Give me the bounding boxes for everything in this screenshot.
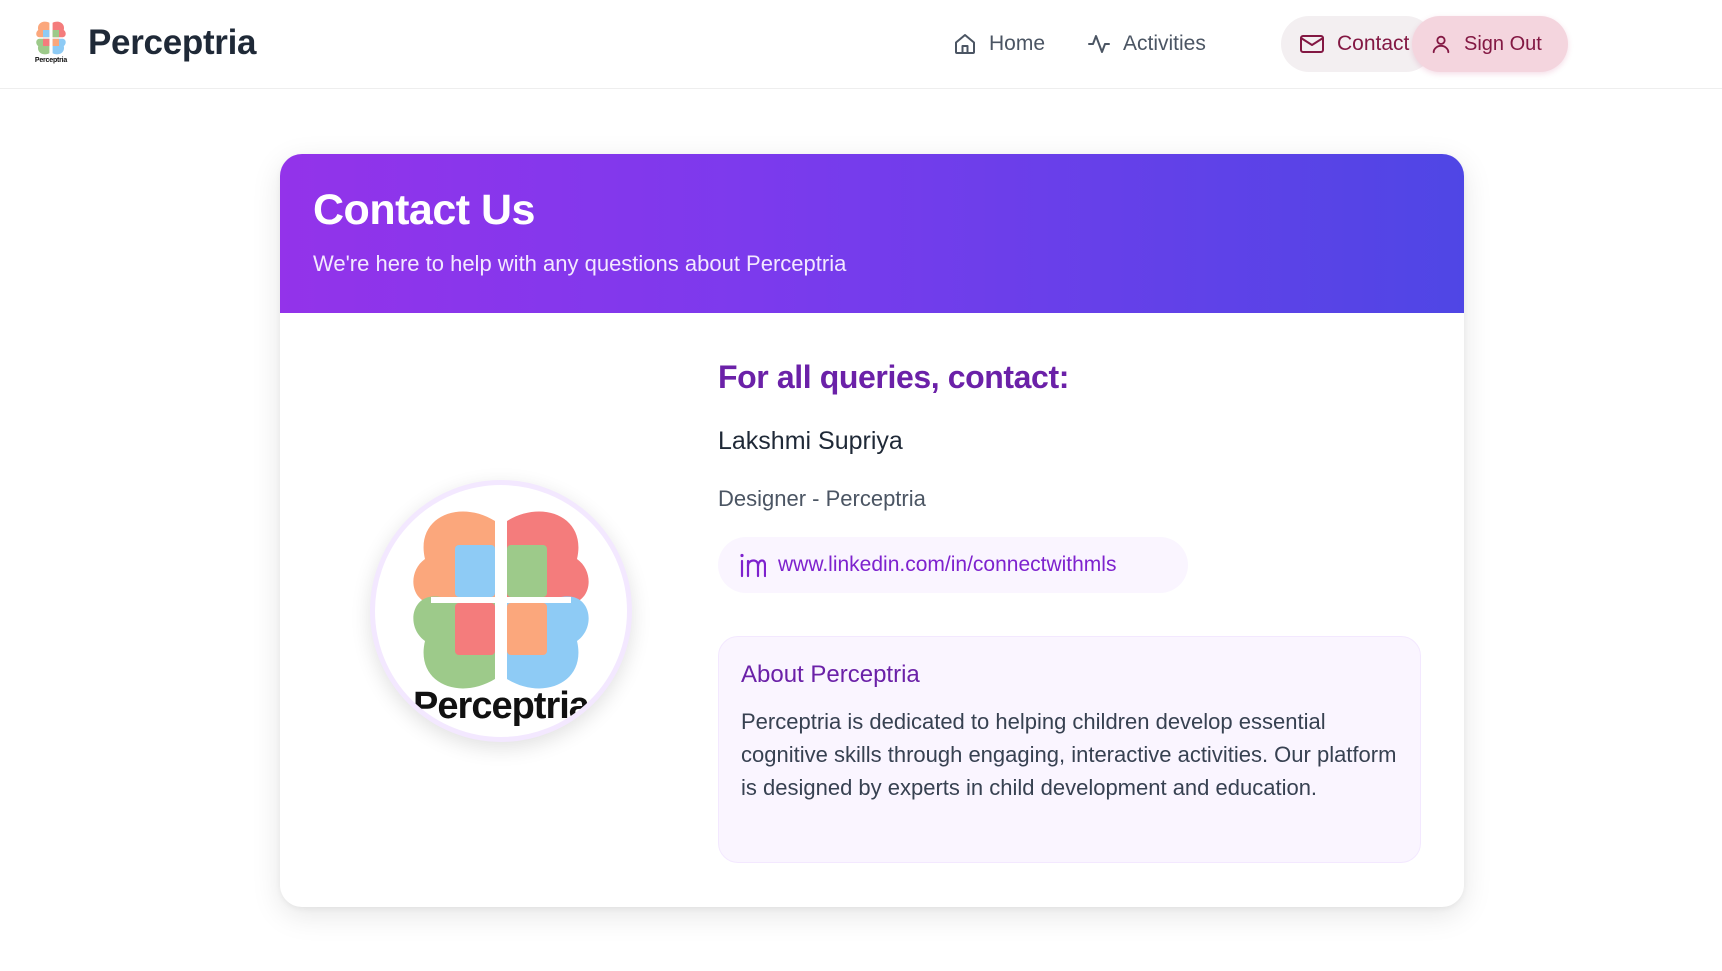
nav-activities[interactable]: Activities — [1069, 16, 1229, 72]
contact-card-header: Contact Us We're here to help with any q… — [280, 154, 1464, 313]
page-subtitle: We're here to help with any questions ab… — [313, 251, 847, 276]
brand[interactable]: Perceptria Perceptria — [30, 18, 257, 68]
nav-contact-label: Contact — [1337, 32, 1410, 55]
logo-icon: Perceptria — [30, 18, 72, 68]
mail-icon — [1300, 35, 1324, 53]
nav-home[interactable]: Home — [935, 16, 1065, 72]
linkedin-url: www.linkedin.com/in/connectwithmls — [778, 553, 1117, 576]
page-title: Contact Us — [313, 186, 535, 234]
avatar: Perceptria — [370, 480, 632, 742]
user-icon — [1432, 35, 1450, 54]
about-body: Perceptria is dedicated to helping child… — [741, 709, 1397, 800]
linkedin-icon — [740, 553, 766, 578]
nav-activities-label: Activities — [1123, 32, 1206, 55]
home-icon — [955, 34, 975, 54]
logo-caption: Perceptria — [34, 57, 68, 64]
top-navbar: Perceptria Perceptria Home Activities Co… — [0, 0, 1722, 89]
brand-name: Perceptria — [88, 23, 257, 62]
contact-card: Contact Us We're here to help with any q… — [280, 154, 1464, 907]
about-title: About Perceptria — [741, 661, 920, 688]
contact-name: Lakshmi Supriya — [718, 427, 903, 455]
nav-home-label: Home — [989, 32, 1046, 55]
logo-caption: Perceptria — [413, 685, 590, 727]
contact-role: Designer - Perceptria — [718, 486, 926, 511]
queries-heading: For all queries, contact: — [718, 359, 1069, 395]
activity-icon — [1088, 35, 1110, 53]
linkedin-link[interactable]: www.linkedin.com/in/connectwithmls — [718, 537, 1188, 593]
about-section: About Perceptria Perceptria is dedicated… — [718, 636, 1421, 863]
sign-out-button[interactable]: Sign Out — [1412, 16, 1568, 72]
sign-out-label: Sign Out — [1464, 32, 1542, 55]
